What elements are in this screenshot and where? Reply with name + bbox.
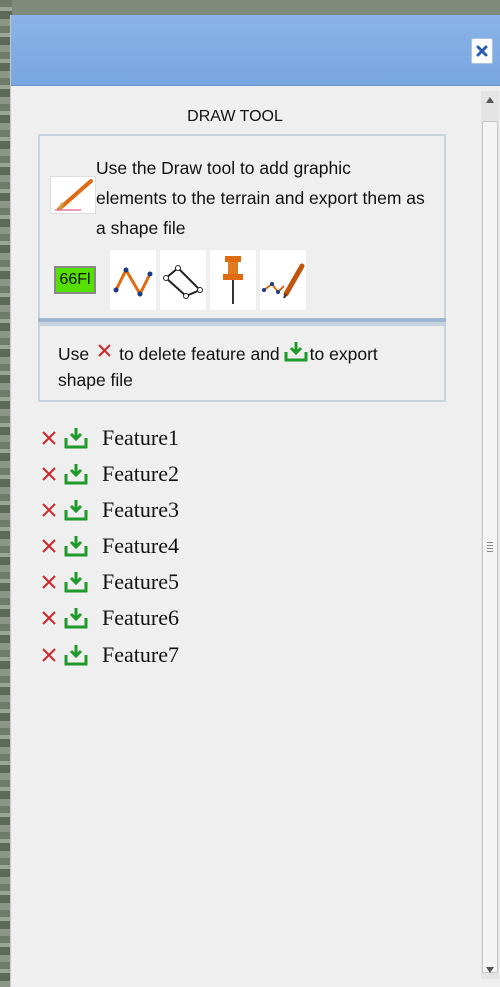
delete-x-icon (98, 344, 111, 357)
instructions-delete: to delete feature and (119, 343, 280, 364)
feature-row: Feature3 (40, 494, 179, 526)
panel-titlebar (11, 15, 500, 86)
scroll-up-button[interactable] (481, 91, 499, 109)
delete-icon[interactable] (40, 646, 58, 664)
section-divider (38, 318, 446, 322)
polygon-icon (163, 265, 203, 299)
polygon-tool-button[interactable] (160, 250, 206, 310)
freehand-tool-button[interactable] (260, 250, 306, 310)
feature-name[interactable]: Feature2 (102, 461, 179, 487)
feature-row: Feature4 (40, 530, 179, 562)
vertical-scrollbar[interactable] (481, 91, 499, 979)
triangle-up-icon (486, 97, 494, 103)
instructions-line2: shape file (58, 370, 133, 390)
export-icon[interactable] (64, 607, 88, 629)
feature-name[interactable]: Feature7 (102, 642, 179, 668)
pencil-icon (50, 176, 96, 214)
instructions-export: to export (309, 343, 378, 364)
feature-name[interactable]: Feature4 (102, 533, 179, 559)
scroll-thumb[interactable] (482, 121, 498, 973)
triangle-down-icon (486, 967, 494, 973)
delete-icon[interactable] (40, 573, 58, 591)
polyline-tool-button[interactable] (110, 250, 156, 310)
delete-icon[interactable] (40, 501, 58, 519)
export-icon[interactable] (64, 427, 88, 449)
feature-row: Feature5 (40, 566, 179, 598)
export-icon[interactable] (64, 463, 88, 485)
polyline-icon (113, 266, 153, 298)
delete-icon[interactable] (40, 429, 58, 447)
export-icon[interactable] (64, 644, 88, 666)
label-tool-text: 66Fl (59, 271, 91, 288)
export-icon[interactable] (64, 535, 88, 557)
delete-icon[interactable] (40, 465, 58, 483)
draw-tool-title: DRAW TOOL (187, 108, 283, 125)
pushpin-tool-button[interactable] (210, 250, 256, 310)
instructions-use: Use (58, 343, 90, 364)
feature-row: Feature2 (40, 458, 179, 490)
feature-row: Feature1 (40, 422, 179, 454)
export-icon[interactable] (64, 499, 88, 521)
export-download-icon (284, 342, 308, 362)
feature-row: Feature7 (40, 639, 179, 671)
label-tool-button[interactable]: 66Fl (54, 266, 96, 294)
feature-name[interactable]: Feature5 (102, 569, 179, 595)
pushpin-icon (223, 256, 243, 304)
delete-icon[interactable] (40, 537, 58, 555)
delete-icon[interactable] (40, 609, 58, 627)
export-icon[interactable] (64, 571, 88, 593)
feature-name[interactable]: Feature1 (102, 425, 179, 451)
feature-row: Feature6 (40, 602, 179, 634)
close-button[interactable] (471, 38, 493, 64)
freehand-pencil-icon (262, 263, 305, 299)
feature-name[interactable]: Feature3 (102, 497, 179, 523)
scroll-down-button[interactable] (481, 961, 499, 979)
close-icon (476, 45, 488, 57)
grip-icon (487, 542, 493, 552)
feature-name[interactable]: Feature6 (102, 605, 179, 631)
instructions-line1: Use to delete feature and to export (58, 340, 378, 368)
intro-text: Use the Draw tool to add graphic element… (96, 158, 425, 238)
